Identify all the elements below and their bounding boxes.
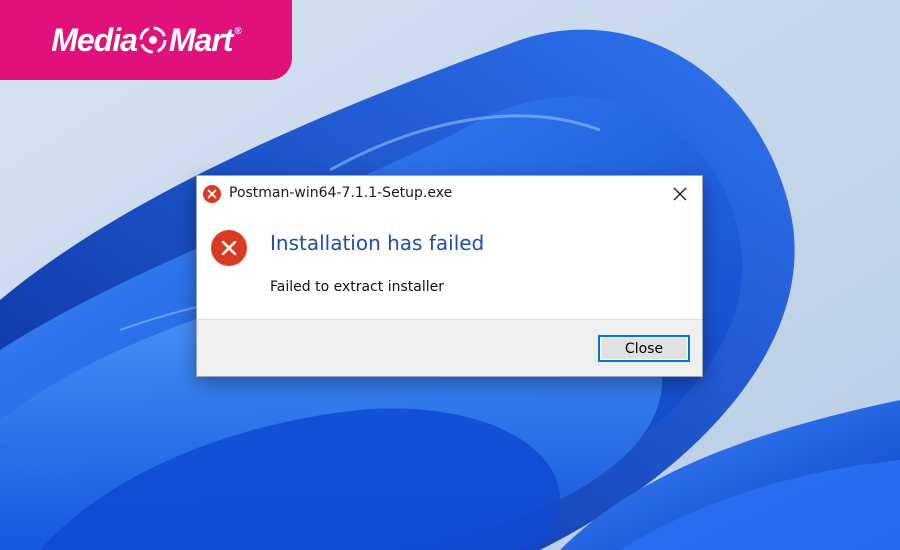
brand-logo: Media Mart ® [51, 21, 242, 59]
brand-logo-banner: Media Mart ® [0, 0, 292, 80]
error-icon [211, 230, 247, 266]
dialog-message: Failed to extract installer [270, 279, 444, 295]
dialog-titlebar[interactable]: Postman-win64-7.1.1-Setup.exe [197, 176, 702, 212]
brand-name-left: Media [51, 21, 138, 58]
registered-mark: ® [234, 25, 241, 37]
dialog-title: Postman-win64-7.1.1-Setup.exe [229, 185, 453, 201]
brand-name-right: Mart [168, 21, 234, 58]
dialog-footer: Close [197, 319, 702, 376]
close-icon[interactable] [668, 182, 692, 206]
close-button[interactable]: Close [598, 335, 690, 362]
dialog-heading: Installation has failed [270, 231, 485, 255]
error-dialog: Postman-win64-7.1.1-Setup.exe Installati… [196, 175, 703, 377]
brand-swirl-icon [139, 26, 167, 54]
error-icon [203, 185, 221, 203]
